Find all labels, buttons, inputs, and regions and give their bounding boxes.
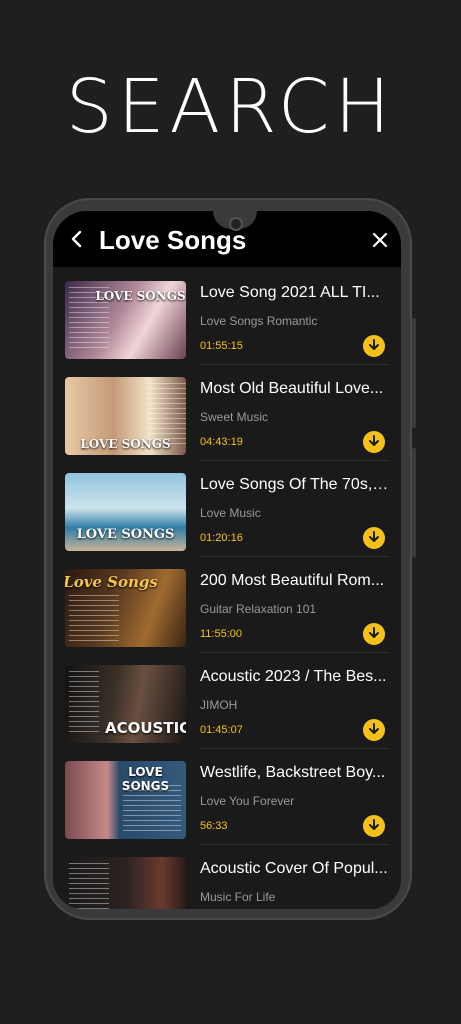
song-duration: 01:45:07 [200, 724, 243, 736]
song-channel: Guitar Relaxation 101 [200, 602, 317, 616]
download-icon [369, 339, 379, 350]
download-icon [369, 723, 379, 734]
close-icon[interactable] [371, 231, 389, 249]
thumbnail-text: LOVE SONGS [95, 289, 186, 303]
song-title: Love Songs Of The 70s, ... [200, 476, 390, 493]
song-thumbnail: LOVE SONGS [65, 761, 186, 839]
download-icon [369, 819, 379, 830]
page-title: Love Songs [99, 225, 247, 255]
download-icon [369, 435, 379, 446]
song-thumbnail: ACOUSTIC [65, 665, 186, 743]
song-row[interactable]: LOVE SONGS Love Songs Of The 70s, ... Lo… [53, 461, 401, 557]
camera-icon [229, 217, 243, 231]
phone-side-button [412, 448, 416, 558]
song-title: Most Old Beautiful Love... [200, 380, 384, 397]
song-title: Love Song 2021 ALL TI... [200, 284, 380, 301]
download-button[interactable] [363, 431, 385, 453]
song-row[interactable]: LOVE SONGS Love Song 2021 ALL TI... Love… [53, 269, 401, 365]
song-thumbnail: Love Songs [65, 569, 186, 647]
song-duration: 01:55:15 [200, 340, 243, 352]
song-thumbnail: LOVE SONGS [65, 473, 186, 551]
song-thumbnail [65, 857, 186, 909]
song-channel: Music For Life [200, 890, 276, 904]
song-row[interactable]: LOVE SONGS Most Old Beautiful Love... Sw… [53, 365, 401, 461]
headline: SEARCH [65, 64, 396, 150]
thumbnail-text: LOVE SONGS [80, 437, 171, 451]
back-arrow-icon[interactable] [67, 229, 87, 249]
song-title: Acoustic 2023 / The Bes... [200, 668, 387, 685]
thumbnail-text: Love Songs [65, 573, 158, 591]
song-duration: 11:55:00 [200, 628, 243, 640]
phone-frame: Love Songs LOVE SONGS Love Song 2021 ALL… [44, 198, 416, 920]
song-channel: Love Music [200, 506, 261, 520]
song-row[interactable]: Love Songs 200 Most Beautiful Rom... Gui… [53, 557, 401, 653]
download-button[interactable] [363, 335, 385, 357]
download-button[interactable] [363, 527, 385, 549]
song-row[interactable]: LOVE SONGS Westlife, Backstreet Boy... L… [53, 749, 401, 845]
song-channel: Love You Forever [200, 794, 295, 808]
song-channel: Sweet Music [200, 410, 269, 424]
thumbnail-text: ACOUSTIC [105, 719, 186, 737]
song-thumbnail: LOVE SONGS [65, 281, 186, 359]
song-thumbnail: LOVE SONGS [65, 377, 186, 455]
download-button[interactable] [363, 815, 385, 837]
song-duration: 56:33 [200, 820, 228, 832]
thumbnail-text: LOVE SONGS [76, 527, 175, 542]
download-button[interactable] [363, 719, 385, 741]
download-button[interactable] [363, 623, 385, 645]
song-duration: 01:20:16 [200, 532, 243, 544]
song-row[interactable]: Acoustic Cover Of Popul... Music For Lif… [53, 845, 401, 909]
song-row[interactable]: ACOUSTIC Acoustic 2023 / The Bes... JIMO… [53, 653, 401, 749]
phone-side-button [412, 318, 416, 428]
song-channel: Love Songs Romantic [200, 314, 318, 328]
thumbnail-text: LOVE SONGS [121, 765, 170, 793]
download-icon [369, 531, 379, 542]
song-channel: JIMOH [200, 698, 238, 712]
song-title: 200 Most Beautiful Rom... [200, 572, 385, 589]
download-icon [369, 627, 379, 638]
song-list: LOVE SONGS Love Song 2021 ALL TI... Love… [53, 269, 401, 909]
phone-screen: Love Songs LOVE SONGS Love Song 2021 ALL… [53, 211, 401, 909]
song-title: Westlife, Backstreet Boy... [200, 764, 386, 781]
song-duration: 04:43:19 [200, 436, 243, 448]
song-title: Acoustic Cover Of Popul... [200, 860, 388, 877]
